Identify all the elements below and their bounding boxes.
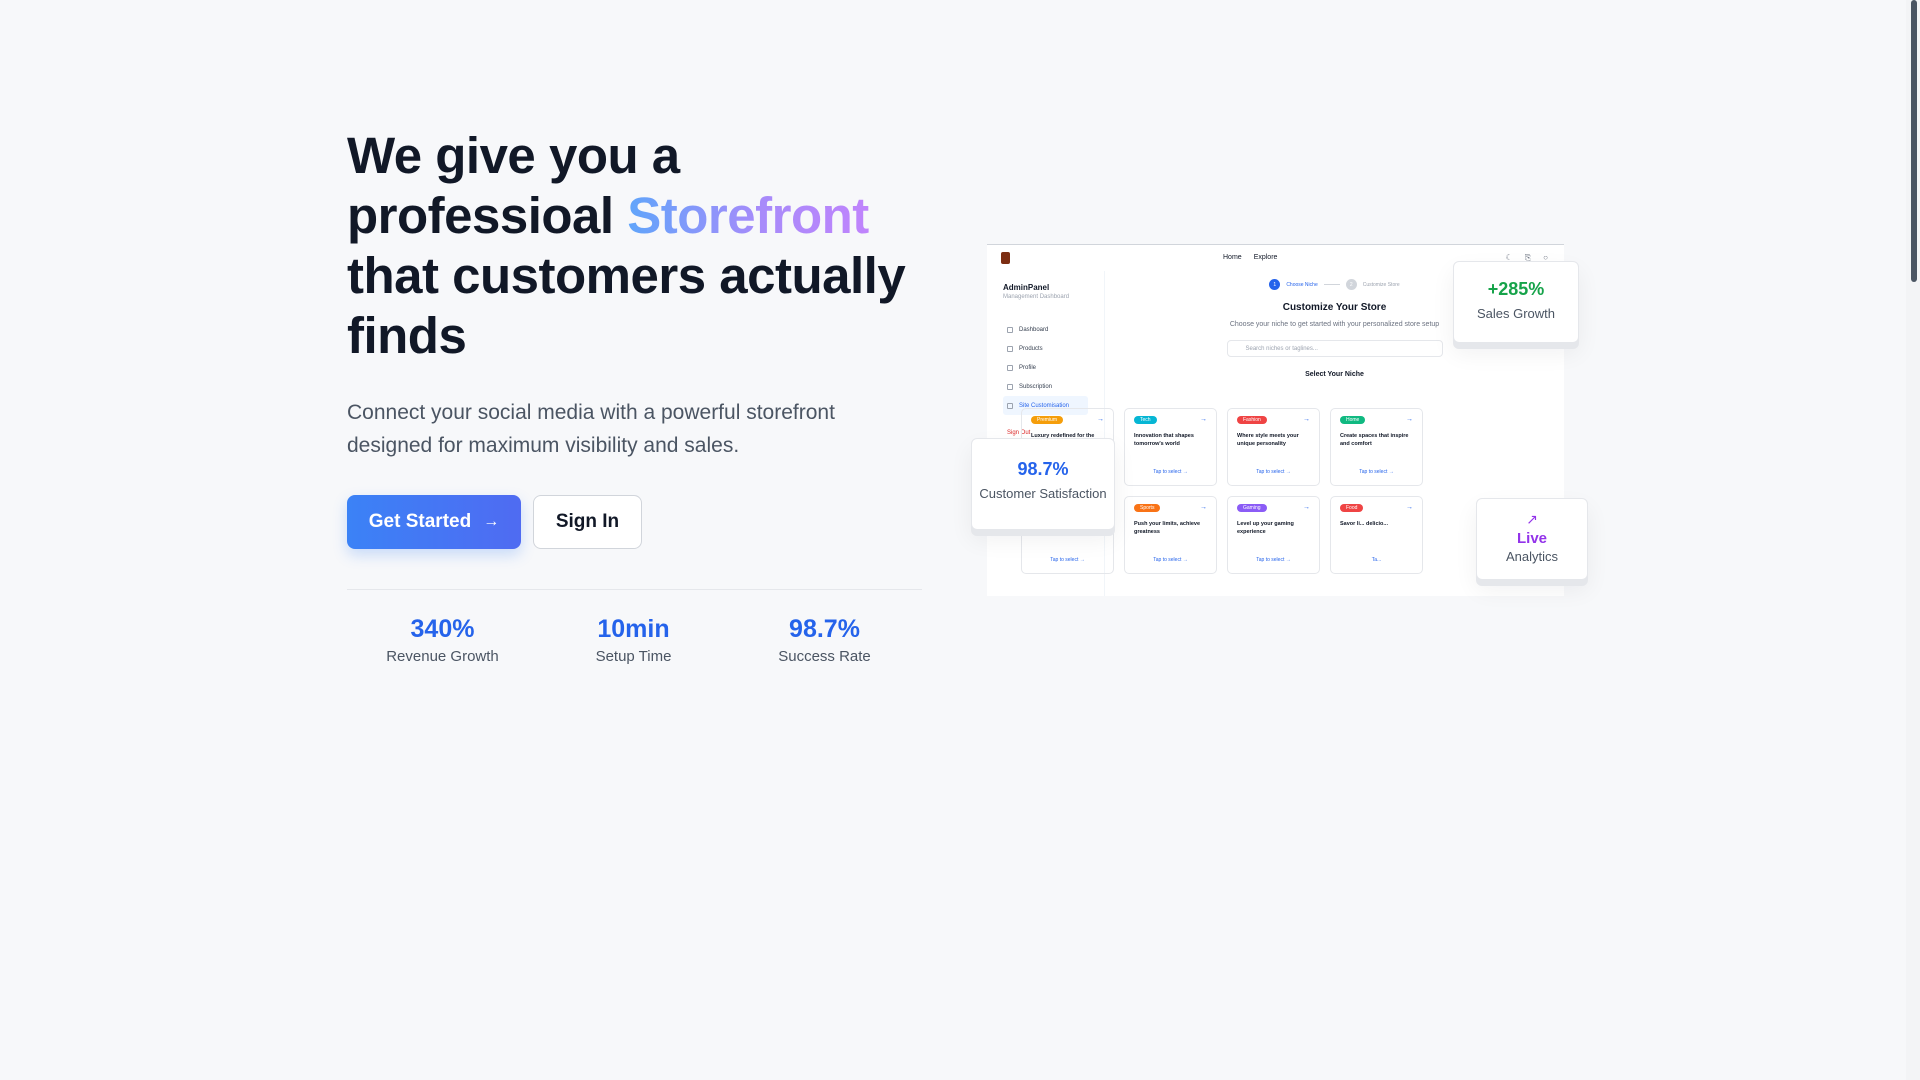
niche-tap-label: Tap to select → xyxy=(1153,557,1188,563)
products-icon xyxy=(1007,345,1013,352)
niche-card: Fashion → Where style meets your unique pe… xyxy=(1227,408,1320,486)
arrow-right-icon: → xyxy=(1406,416,1413,423)
trending-up-icon: ↗ xyxy=(1526,511,1538,527)
pencil-icon xyxy=(1007,402,1013,409)
sidebar-item-label: Dashboard xyxy=(1019,326,1049,333)
stat-label: Setup Time xyxy=(595,648,672,665)
step-2-label: Customize Store xyxy=(1362,281,1400,288)
niche-tap-label: Tap to select → xyxy=(1050,557,1085,563)
get-started-label: Get Started xyxy=(368,511,472,532)
live-analytics-value: Live xyxy=(1516,530,1547,547)
step-1-label: Choose Niche xyxy=(1286,281,1318,288)
niche-card: Sports → Push your limits, achieve greatne… xyxy=(1124,496,1217,574)
customer-satisfaction-card: 98.7% Customer Satisfaction xyxy=(971,438,1115,530)
niche-tap-label: Tap to select → xyxy=(1256,557,1291,563)
store-logo-icon xyxy=(1001,252,1010,264)
niche-description: Savor li... delicio... xyxy=(1340,521,1388,527)
sidebar-item-label: Subscription xyxy=(1019,383,1053,390)
stat-value: 98.7% xyxy=(789,615,860,643)
headline-accent: Storefront xyxy=(627,187,869,244)
sidebar-brand-sub: Management Dashboard xyxy=(1003,294,1070,300)
stat-success: 98.7% Success Rate xyxy=(729,614,920,665)
niche-card: Home → Create spaces that inspire and comf… xyxy=(1330,408,1423,486)
niche-card: Tech → Innovation that shapes tomorrow's w… xyxy=(1124,408,1217,486)
niche-tag: Tech xyxy=(1134,416,1157,424)
hero-headline: We give you a professioal Storefront tha… xyxy=(347,126,922,366)
stat-value: 340% xyxy=(410,615,475,643)
scrollbar-thumb[interactable] xyxy=(1911,0,1917,282)
sidebar-list: Dashboard Products Profile Subscription … xyxy=(1003,320,1088,415)
profile-icon xyxy=(1007,364,1013,371)
niche-card: Gaming → Level up your gaming experience Ta… xyxy=(1227,496,1320,574)
live-analytics-card: ↗ Live Analytics xyxy=(1476,498,1588,580)
hero-subtitle: Connect your social media with a powerfu… xyxy=(347,401,835,457)
niche-tap-label: Tap to select → xyxy=(1153,469,1188,475)
step-connector xyxy=(1323,284,1340,285)
get-started-button[interactable]: Get Started → xyxy=(347,495,521,549)
stats-row: 340% Revenue Growth 10min Setup Time 98.… xyxy=(347,614,922,665)
niche-tap-label: Ta... xyxy=(1371,557,1382,563)
sales-growth-value: +285% xyxy=(1487,279,1545,299)
headline-part2: that customers actually finds xyxy=(347,247,906,364)
sign-in-button[interactable]: Sign In xyxy=(533,495,642,549)
cta-row: Get Started → Sign In xyxy=(347,495,922,549)
step-1-dot: 1 xyxy=(1269,279,1281,290)
stat-label: Revenue Growth xyxy=(386,648,499,665)
nav-home: Home xyxy=(1223,254,1242,261)
sales-growth-card: +285% Sales Growth xyxy=(1453,261,1579,343)
nav-explore: Explore xyxy=(1253,254,1278,261)
niche-description: Innovation that shapes tomorrow's world xyxy=(1134,433,1194,447)
arrow-right-icon: → xyxy=(483,513,500,530)
mockup-search: Search niches or taglines... xyxy=(1226,340,1443,357)
niche-card: Food → Savor li... delicio... Ta... xyxy=(1330,496,1423,574)
arrow-right-icon: → xyxy=(1097,416,1104,423)
dashboard-icon xyxy=(1007,326,1013,333)
arrow-right-icon: → xyxy=(1406,504,1413,511)
niche-tag: Fashion xyxy=(1237,416,1267,424)
subscription-icon xyxy=(1007,383,1013,390)
niche-description: Create spaces that inspire and comfort xyxy=(1340,433,1409,447)
stat-value: 10min xyxy=(597,615,670,643)
niche-description: Level up your gaming experience xyxy=(1237,521,1294,535)
mockup-select-heading: Select Your Niche xyxy=(1305,371,1364,378)
arrow-right-icon: → xyxy=(1200,504,1207,511)
sidebar-item-label: Products xyxy=(1019,345,1043,352)
niche-tag: Food xyxy=(1340,504,1364,512)
arrow-right-icon: → xyxy=(1303,504,1310,511)
stat-label: Success Rate xyxy=(778,648,871,665)
sidebar-item-label: Profile xyxy=(1019,364,1037,371)
step-2-dot: 2 xyxy=(1345,279,1357,290)
arrow-right-icon: → xyxy=(1303,416,1310,423)
sidebar-item-dashboard: Dashboard xyxy=(1003,320,1088,339)
niche-tag: Home xyxy=(1340,416,1366,424)
niche-tap-label: Tap to select → xyxy=(1359,469,1394,475)
niche-tag: Gaming xyxy=(1237,504,1267,512)
hero-section: We give you a professioal Storefront tha… xyxy=(347,126,922,665)
page-scrollbar[interactable] xyxy=(1906,0,1920,1080)
sidebar-item-products: Products xyxy=(1003,339,1088,358)
arrow-right-icon: → xyxy=(1200,416,1207,423)
mockup-nav: Home Explore xyxy=(1223,254,1277,261)
niche-description: Where style meets your unique personalit… xyxy=(1237,433,1299,447)
customer-satisfaction-label: Customer Satisfaction xyxy=(979,486,1107,501)
customer-satisfaction-value: 98.7% xyxy=(1017,459,1069,479)
stat-setup: 10min Setup Time xyxy=(538,614,729,665)
niche-tag: Sports xyxy=(1134,504,1161,512)
sidebar-item-subscription: Subscription xyxy=(1003,377,1088,396)
stat-revenue: 340% Revenue Growth xyxy=(347,614,538,665)
niche-tap-label: Tap to select → xyxy=(1256,469,1291,475)
sidebar-brand: AdminPanel xyxy=(1003,283,1050,292)
live-analytics-label: Analytics xyxy=(1505,549,1559,564)
sales-growth-label: Sales Growth xyxy=(1476,306,1556,321)
sidebar-item-profile: Profile xyxy=(1003,358,1088,377)
stats-divider xyxy=(347,589,922,590)
niche-tag: Premium xyxy=(1031,416,1064,424)
niche-description: Push your limits, achieve greatness xyxy=(1134,521,1201,535)
